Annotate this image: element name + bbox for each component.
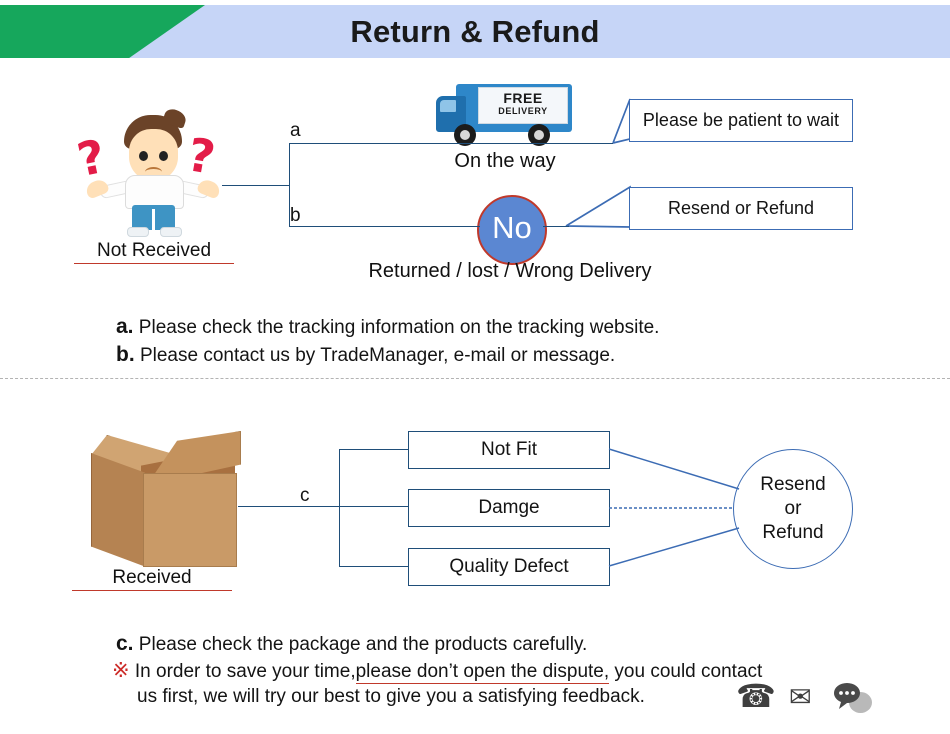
chat-bubble-icon — [833, 683, 860, 709]
infographic-page: Return & Refund ? ? Not Received a b FRE… — [0, 0, 950, 734]
note-c: c. Please check the package and the prod… — [116, 632, 587, 656]
warning-marker: ※ — [112, 659, 130, 682]
warning-line-1: ※ In order to save your time,please don’… — [112, 658, 762, 684]
resend-line-2: or — [784, 498, 802, 520]
note-c-key: c. — [116, 632, 134, 655]
warning-line-2: us first, we will try our best to give y… — [137, 686, 645, 708]
note-c-text: Please check the package and the product… — [138, 634, 588, 655]
resend-line-1: Resend — [760, 474, 826, 496]
telephone-icon: ☎ — [736, 678, 776, 714]
warning-text-underlined: please don’t open the dispute, — [355, 661, 610, 684]
envelope-icon: ✉ — [789, 682, 812, 712]
contact-icons-group: ☎ ✉ — [736, 680, 876, 718]
resend-or-refund-circle: Resend or Refund — [733, 449, 853, 569]
warning-text-before: In order to save your time, — [134, 661, 356, 682]
converging-connectors — [608, 448, 740, 567]
resend-line-3: Refund — [762, 521, 824, 543]
warning-line2-text: us first, we will try our best to give y… — [137, 686, 645, 707]
